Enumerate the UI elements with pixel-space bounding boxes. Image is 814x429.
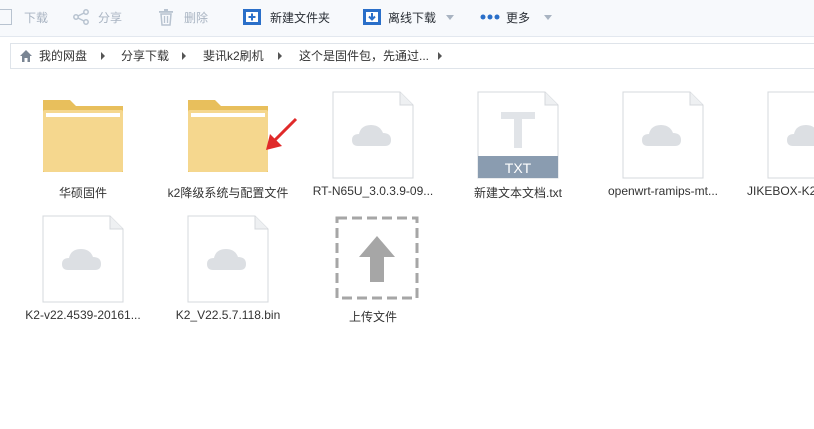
breadcrumb-item-firmware-package[interactable]: 这个是固件包，先通过...	[299, 44, 429, 68]
file-item[interactable]: RT-N65U_3.0.3.9-09...	[308, 90, 438, 210]
download-button[interactable]: 下载	[0, 0, 48, 34]
file-name: JIKEBOX-K2...	[747, 184, 814, 198]
offline-download-icon	[363, 9, 381, 25]
chevron-down-icon	[544, 14, 553, 20]
share-icon	[73, 9, 89, 25]
cloud-file-icon	[42, 215, 124, 303]
breadcrumb-separator-icon	[438, 52, 442, 60]
cloud-file-icon	[767, 91, 814, 179]
file-name: 上传文件	[348, 310, 397, 324]
chevron-down-icon	[446, 14, 455, 20]
folder-item[interactable]: 华硕固件	[18, 90, 148, 210]
breadcrumb-item-k2-flash[interactable]: 斐讯k2刷机	[203, 44, 264, 68]
file-name: 新建文本文档.txt	[473, 186, 562, 200]
file-item[interactable]: TXT 新建文本文档.txt	[453, 90, 583, 210]
download-icon	[0, 9, 12, 25]
cloud-file-icon	[187, 215, 269, 303]
breadcrumb-separator-icon	[101, 52, 105, 60]
new-folder-icon	[243, 9, 261, 25]
trash-icon	[159, 8, 173, 26]
breadcrumb-separator-icon	[278, 52, 282, 60]
breadcrumb-bar: 我的网盘 分享下载 斐讯k2刷机 这个是固件包，先通过...	[0, 37, 814, 73]
breadcrumb-item-share-download[interactable]: 分享下载	[121, 44, 169, 68]
more-icon	[480, 14, 500, 20]
txt-badge: TXT	[504, 160, 532, 176]
file-name: K2_V22.5.7.118.bin	[175, 308, 281, 322]
share-button[interactable]: 分享	[72, 0, 122, 34]
file-name: 华硕固件	[58, 186, 107, 200]
file-grid: 华硕固件 k2降级系统与配置文件 RT-N65U_3.0.3.9-09... T…	[0, 74, 814, 429]
home-icon[interactable]	[19, 49, 33, 63]
file-name: openwrt-ramips-mt...	[607, 184, 719, 198]
file-name: k2降级系统与配置文件	[167, 186, 289, 200]
file-name: K2-v22.4539-20161...	[25, 308, 141, 322]
file-item[interactable]: openwrt-ramips-mt...	[598, 90, 728, 210]
breadcrumb-item-my-drive[interactable]: 我的网盘	[39, 44, 87, 68]
toolbar: 下载 分享 删除 新建文件夹 离线下载 更多	[0, 0, 814, 37]
delete-button[interactable]: 删除	[158, 0, 208, 34]
upload-icon	[335, 216, 419, 300]
upload-file-button[interactable]: 上传文件	[308, 214, 438, 334]
file-item[interactable]: K2-v22.4539-20161...	[18, 214, 148, 334]
more-button[interactable]: 更多	[480, 0, 553, 34]
breadcrumb: 我的网盘 分享下载 斐讯k2刷机 这个是固件包，先通过...	[10, 43, 814, 69]
breadcrumb-separator-icon	[182, 52, 186, 60]
file-item[interactable]: K2_V22.5.7.118.bin	[163, 214, 293, 334]
cloud-file-icon	[622, 91, 704, 179]
new-folder-button[interactable]: 新建文件夹	[242, 0, 330, 34]
annotation-arrow-icon	[266, 117, 298, 150]
folder-icon	[43, 100, 123, 172]
file-item[interactable]: JIKEBOX-K2...	[743, 90, 814, 210]
offline-download-button[interactable]: 离线下载	[362, 0, 455, 34]
cloud-file-icon	[332, 91, 414, 179]
file-name: RT-N65U_3.0.3.9-09...	[312, 184, 434, 198]
